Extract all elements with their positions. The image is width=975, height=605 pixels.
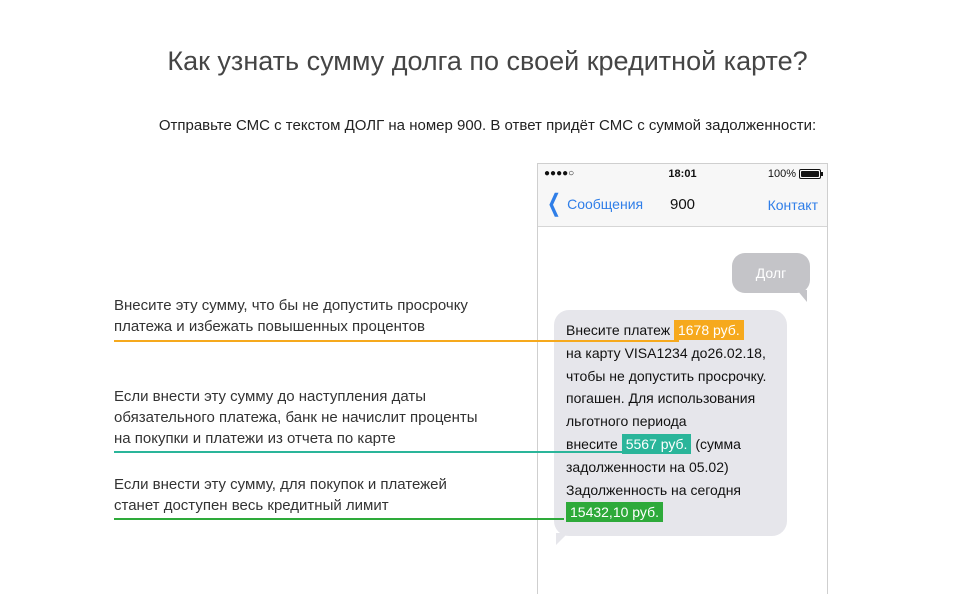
page-title: Как узнать сумму долга по своей кредитно…: [167, 46, 808, 76]
note-text: Внесите эту сумму, что бы не допустить п…: [114, 297, 468, 314]
status-bar: ●●●●○ 18:01 100%: [538, 164, 827, 186]
message-line: Внесите платеж 1678 руб.: [566, 319, 787, 342]
connector-line-green: [114, 518, 564, 520]
message-line: задолженности на 05.02): [566, 458, 729, 475]
note-grace-payment: Если внести эту сумму до наступления дат…: [114, 386, 478, 449]
amount-minimum-highlight: 1678 руб.: [673, 320, 744, 340]
note-total-debt: Если внести эту сумму, для покупок и пла…: [114, 474, 447, 516]
battery-percent: 100%: [767, 168, 796, 180]
message-line: погашен. Для использования: [566, 390, 756, 407]
note-minimum-payment: Внесите эту сумму, что бы не допустить п…: [114, 295, 468, 337]
note-text: Если внести эту сумму, для покупок и пла…: [114, 476, 447, 493]
incoming-message-bubble: Внесите платеж 1678 руб. на карту VISA12…: [554, 310, 787, 545]
note-text: на покупки и платежи из отчета по карте: [114, 430, 396, 447]
connector-line-orange: [114, 340, 679, 342]
message-line: чтобы не допустить просрочку.: [566, 367, 767, 384]
connector-line-teal: [114, 451, 622, 453]
note-text: платежа и избежать повышенных процентов: [114, 318, 425, 335]
note-text: Если внести эту сумму до наступления дат…: [114, 388, 426, 405]
amount-total-highlight: 15432,10 руб.: [566, 502, 663, 523]
contact-button[interactable]: Контакт: [768, 197, 818, 213]
page-subtitle: Отправьте СМС с текстом ДОЛГ на номер 90…: [158, 117, 817, 134]
battery-indicator: 100%: [767, 168, 823, 180]
outgoing-message-bubble: Долг: [732, 253, 810, 302]
note-text: станет доступен весь кредитный лимит: [114, 497, 389, 514]
message-text: Внесите платеж: [566, 322, 671, 338]
note-text: обязательного платежа, банк не начислит …: [114, 409, 478, 426]
message-line: Задолженность на сегодня: [566, 481, 742, 498]
battery-icon: [799, 169, 823, 179]
message-text: внесите: [566, 435, 618, 452]
nav-bar: ❮ Сообщения 900 Контакт: [538, 186, 827, 227]
message-line: льготного периода: [566, 413, 687, 430]
message-line: 15432,10 руб.: [566, 501, 787, 524]
amount-grace-highlight: 5567 руб.: [621, 433, 692, 454]
message-text: (сумма: [695, 435, 741, 452]
message-line: на карту VISA1234 до26.02.18,: [566, 344, 766, 361]
